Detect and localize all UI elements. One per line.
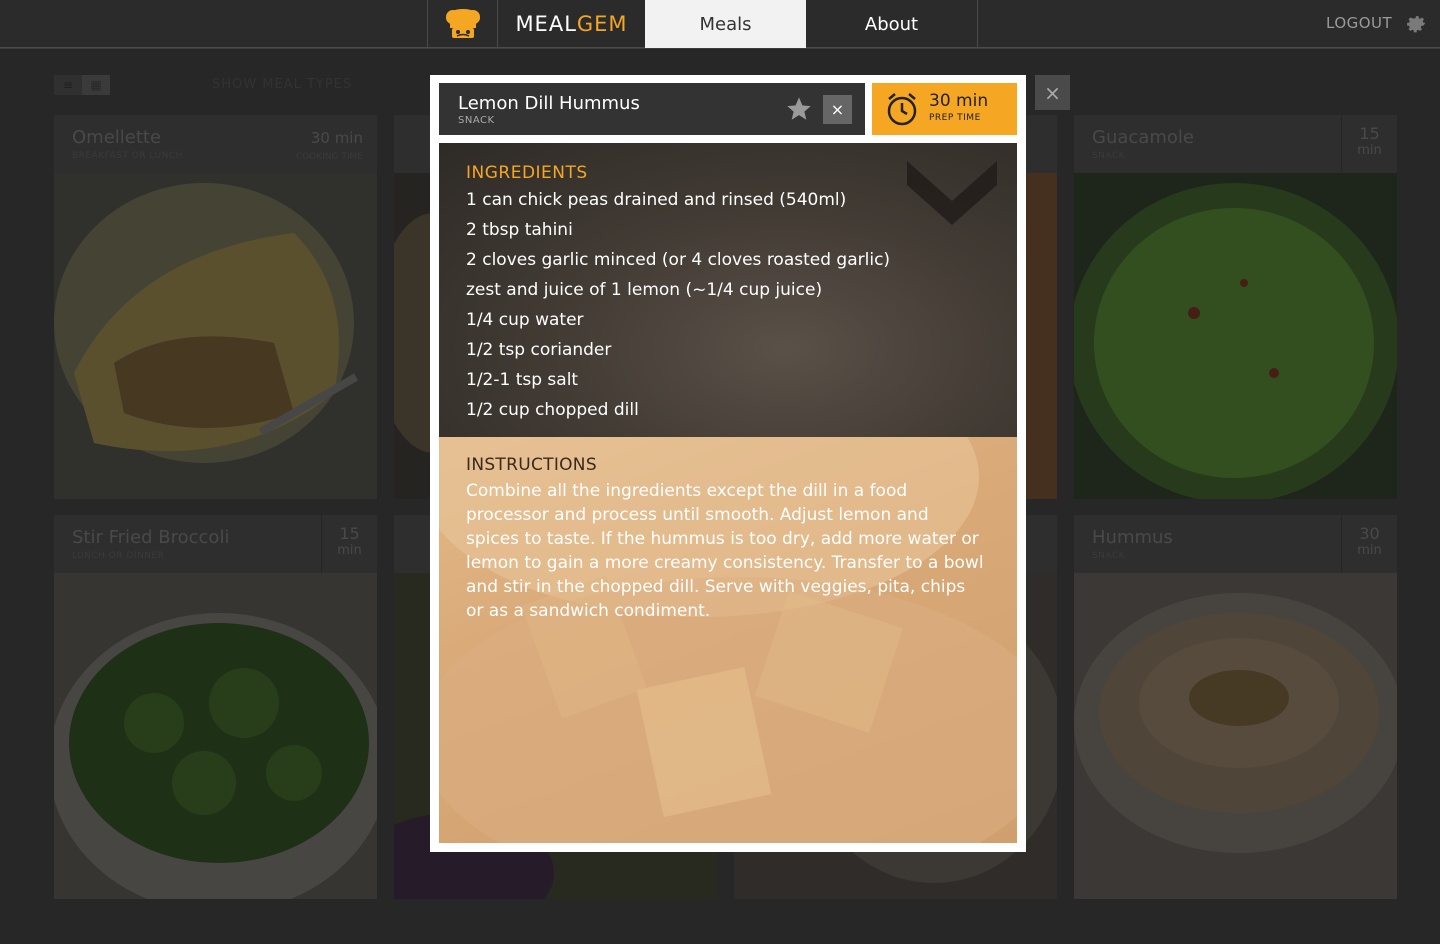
tab-meals[interactable]: Meals [645, 0, 806, 48]
ingredient-item: 1/2 cup chopped dill [466, 400, 639, 420]
close-icon[interactable]: × [1035, 75, 1070, 110]
ingredient-item: 1/4 cup water [466, 310, 584, 330]
prep-time-label: PREP TIME [929, 113, 981, 123]
ingredient-item: 1/2-1 tsp salt [466, 370, 579, 390]
ingredient-item: zest and juice of 1 lemon (~1/4 cup juic… [466, 280, 823, 300]
close-button[interactable]: × [823, 95, 852, 124]
ingredients-panel: INGREDIENTS 1 can chick peas drained and… [439, 143, 1017, 437]
alarm-clock-icon [887, 93, 917, 126]
logout-link[interactable]: LOGOUT [1326, 14, 1392, 32]
instructions-text: Combine all the ingredients except the d… [466, 481, 984, 621]
logo[interactable] [427, 0, 498, 48]
instructions-heading: INSTRUCTIONS [466, 455, 597, 475]
prep-time-badge: 30 min PREP TIME [872, 83, 1017, 135]
ingredients-heading: INGREDIENTS [466, 163, 588, 183]
brand-part-2: GEM [576, 12, 628, 36]
chevron-down-icon[interactable] [907, 161, 997, 225]
instructions-panel: INSTRUCTIONS Combine all the ingredients… [439, 437, 1017, 843]
top-navigation-bar: MEAL GEM Meals About LOGOUT [0, 0, 1440, 48]
ingredient-item: 1/2 tsp coriander [466, 340, 612, 360]
chef-hat-icon [445, 9, 480, 38]
recipe-title: Lemon Dill Hummus [458, 93, 640, 114]
ingredient-item: 2 cloves garlic minced (or 4 cloves roas… [466, 250, 891, 270]
recipe-title-bar: Lemon Dill Hummus SNACK × [439, 83, 865, 135]
close-icon: × [830, 100, 845, 119]
recipe-type: SNACK [458, 115, 495, 126]
ingredients-list: 1 can chick peas drained and rinsed (540… [466, 185, 890, 425]
brand-part-1: MEAL [515, 12, 577, 36]
tab-about[interactable]: About [806, 0, 978, 48]
gear-icon[interactable] [1404, 12, 1428, 36]
brand-name[interactable]: MEAL GEM [498, 0, 645, 48]
modal-close-symbol: × [1044, 80, 1061, 105]
star-icon[interactable] [784, 95, 814, 123]
prep-time-value: 30 min [929, 91, 989, 111]
ingredient-item: 2 tbsp tahini [466, 220, 573, 240]
ingredient-item: 1 can chick peas drained and rinsed (540… [466, 190, 847, 210]
